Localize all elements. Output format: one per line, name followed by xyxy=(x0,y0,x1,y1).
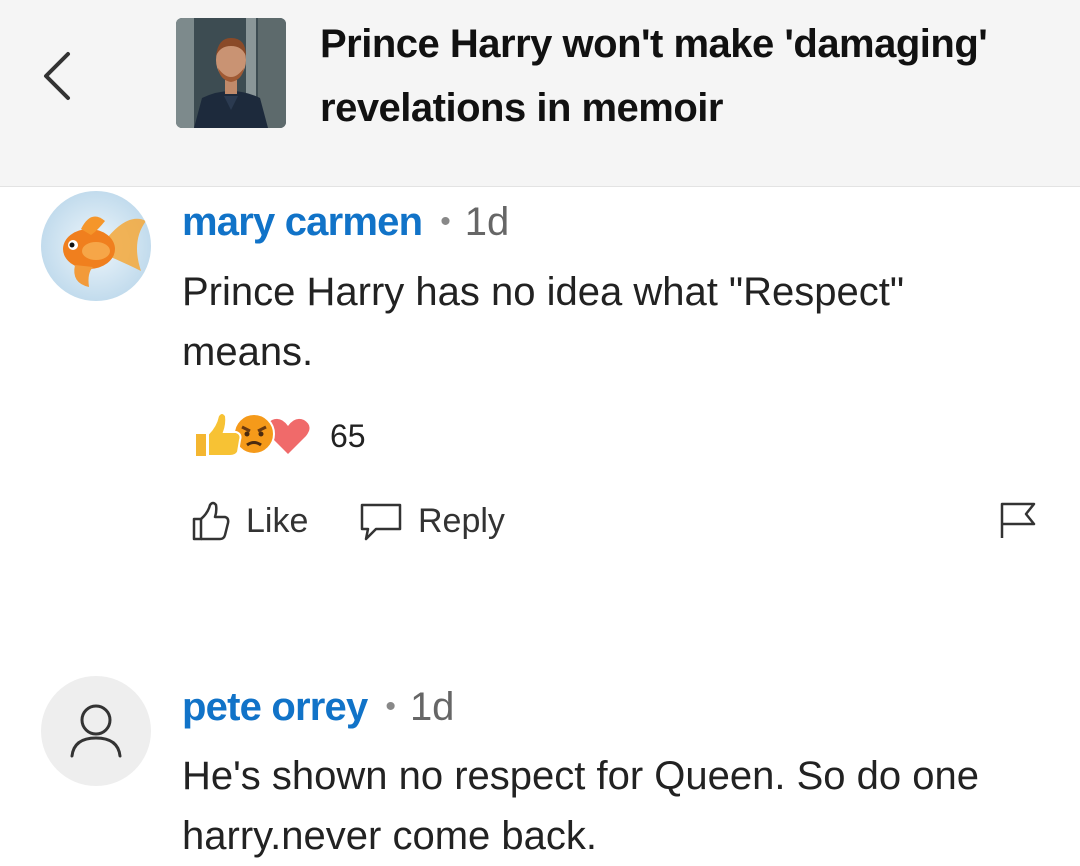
comment-time: 1d xyxy=(409,685,455,729)
comment-item: pete orrey • 1d He's shown no respect for … xyxy=(0,0,1080,860)
comment-author[interactable]: pete orrey xyxy=(182,685,368,729)
avatar[interactable] xyxy=(41,676,151,786)
person-placeholder-icon xyxy=(70,704,122,758)
comment-text: He's shown no respect for Queen. So do o… xyxy=(182,754,980,858)
separator-dot: • xyxy=(385,690,396,723)
comment-header: pete orrey • 1d xyxy=(182,682,454,732)
